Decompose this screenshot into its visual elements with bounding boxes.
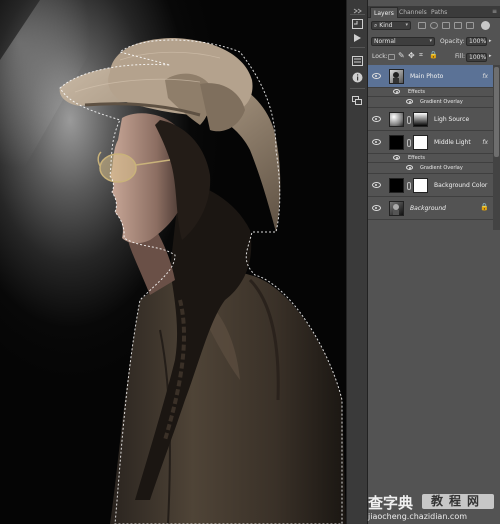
watermark: 查字典 教程网 jiaocheng.chazidian.com [360,491,500,524]
layer-row-middle-light[interactable]: Middle Light fx [368,131,493,154]
tab-layers[interactable]: Layers [370,7,398,18]
pixel-filter-icon[interactable] [418,22,426,29]
panel-dock [346,0,368,524]
image-canvas[interactable] [0,0,346,524]
panel-tab-bar: Layers Channels Paths ≡ [368,6,500,18]
effect-eye-icon[interactable] [406,165,413,170]
photo-artwork [0,0,346,524]
tab-channels[interactable]: Channels [396,7,430,18]
adjustment-filter-icon[interactable] [430,22,438,29]
effects-eye-icon[interactable] [393,155,400,160]
layer-thumbnail [389,178,404,193]
layers-panel: Layers Channels Paths ≡ ⌕ Kind ▾ Normal … [368,0,500,524]
type-filter-icon[interactable] [442,22,450,29]
lock-image-icon[interactable]: ✎ [398,51,405,60]
lock-transparent-icon[interactable] [388,54,395,60]
layer-name[interactable]: Background [410,205,446,213]
layers-scrollbar[interactable] [493,65,500,230]
effects-label: Effects [408,155,425,161]
layer-comps-icon[interactable] [350,94,365,108]
fill-label: Fill: [455,53,466,60]
panel-menu-icon[interactable]: ≡ [492,8,497,15]
layer-row-background[interactable]: Background 🔒 [368,197,493,220]
link-chain-icon[interactable] [407,139,411,147]
layer-mask-thumbnail[interactable] [413,135,428,150]
info-icon[interactable] [350,70,365,84]
layer-mask-thumbnail[interactable] [413,112,428,127]
effect-name: Gradient Overlay [420,165,463,171]
layer-thumbnail [389,135,404,150]
layer-effect-item[interactable]: Gradient Overlay [368,163,493,174]
watermark-title: 查字典 [368,494,414,512]
opacity-slider-arrow-icon[interactable]: ▸ [489,37,492,46]
fx-badge[interactable]: fx [482,73,488,80]
layer-row-main-photo[interactable]: Main Photo fx [368,65,493,88]
blend-mode-value: Normal [374,38,396,45]
lock-icon: 🔒 [480,203,489,211]
blend-mode-select[interactable]: Normal ▾ [371,37,435,46]
layer-thumbnail [389,112,404,127]
layer-thumbnail [389,201,404,216]
layer-name[interactable]: Background Color [434,182,487,190]
filter-toggle-icon[interactable] [481,21,490,30]
layer-row-ligh-source[interactable]: Ligh Source [368,108,493,131]
lock-position-icon[interactable]: ✥ [408,51,415,60]
fx-badge[interactable]: fx [482,139,488,146]
link-chain-icon[interactable] [407,182,411,190]
effect-name: Gradient Overlay [420,99,463,105]
lock-label: Lock: [372,53,388,60]
visibility-eye-icon[interactable] [372,73,381,79]
filter-kind-value: Kind [379,22,393,29]
layer-effects-group: Effects [368,154,493,163]
dock-divider [350,88,365,89]
collapse-icon[interactable] [350,4,365,18]
effects-eye-icon[interactable] [393,89,400,94]
watermark-box: 教程网 [422,494,494,509]
dock-divider [350,47,365,48]
layers-list: Main Photo fx Effects Gradient Overlay L… [368,65,500,230]
properties-icon[interactable] [350,54,365,68]
lock-artboard-icon[interactable]: ⌗ [419,51,423,60]
layer-effect-item[interactable]: Gradient Overlay [368,97,493,108]
opacity-field[interactable]: 100% [466,37,487,46]
fill-slider-arrow-icon[interactable]: ▸ [489,52,492,61]
layer-name[interactable]: Ligh Source [434,116,469,124]
visibility-eye-icon[interactable] [372,116,381,122]
shape-filter-icon[interactable] [454,22,462,29]
effects-label: Effects [408,89,425,95]
scrollbar-thumb[interactable] [494,67,499,157]
visibility-eye-icon[interactable] [372,182,381,188]
layer-name[interactable]: Middle Light [434,139,471,147]
layer-mask-thumbnail[interactable] [413,178,428,193]
chevron-down-icon: ▾ [405,22,408,28]
layer-effects-group: Effects [368,88,493,97]
chevron-down-icon: ▾ [429,38,432,44]
layer-name[interactable]: Main Photo [410,73,443,81]
dock-divider [350,14,365,15]
lock-all-icon[interactable]: 🔒 [429,51,438,60]
history-icon[interactable] [350,17,365,31]
effect-eye-icon[interactable] [406,99,413,104]
visibility-eye-icon[interactable] [372,205,381,211]
play-icon[interactable] [350,31,365,45]
tab-paths[interactable]: Paths [428,7,450,18]
layer-row-background-color[interactable]: Background Color [368,174,493,197]
link-chain-icon[interactable] [407,116,411,124]
filter-kind-select[interactable]: ⌕ Kind ▾ [371,21,411,30]
layer-thumbnail [389,69,404,84]
opacity-label: Opacity: [440,38,465,45]
smart-object-filter-icon[interactable] [466,22,474,29]
layers-panel-empty-area [368,230,500,524]
watermark-url: jiaocheng.chazidian.com [368,512,468,521]
visibility-eye-icon[interactable] [372,139,381,145]
fill-field[interactable]: 100% [466,53,487,62]
